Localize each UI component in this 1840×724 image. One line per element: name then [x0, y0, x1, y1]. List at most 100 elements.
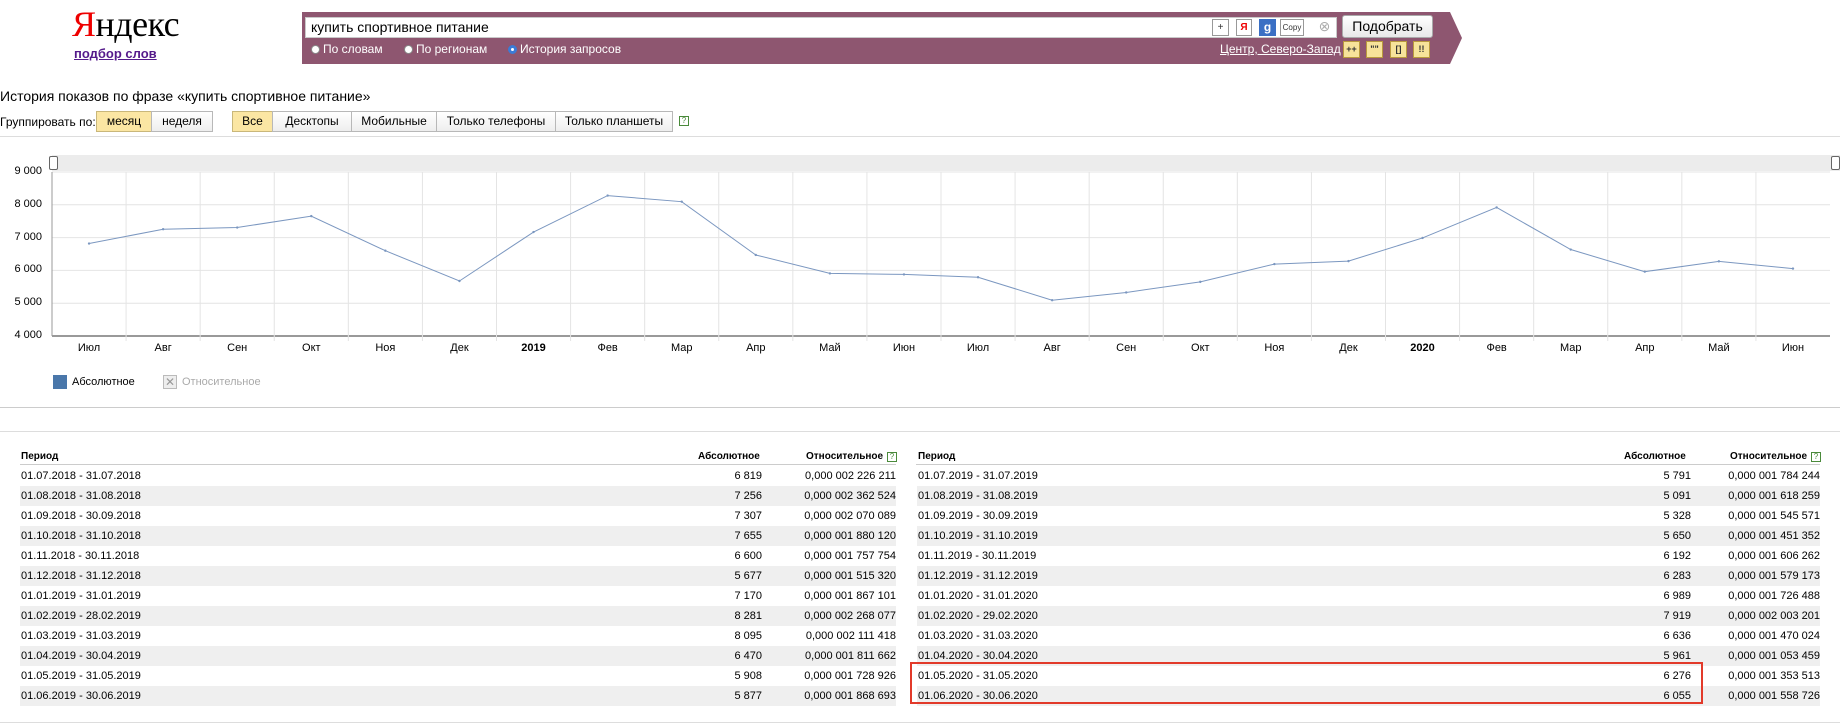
x-tick-label: Сен [1116, 342, 1137, 354]
cell-relative: 0,000 001 470 024 [1728, 630, 1820, 642]
device-all-button[interactable]: Все [232, 111, 273, 132]
add-plus-button[interactable]: + [1212, 19, 1229, 36]
help-icon[interactable]: ? [887, 452, 897, 462]
group-week-button[interactable]: неделя [151, 111, 213, 132]
tool-brackets-button[interactable]: [] [1390, 41, 1407, 58]
tool-plus-button[interactable]: ++ [1343, 41, 1360, 58]
help-icon[interactable]: ? [1811, 452, 1821, 462]
cell-absolute: 5 091 [1663, 490, 1691, 502]
submit-button[interactable]: Подобрать [1342, 15, 1433, 38]
data-point[interactable] [1495, 206, 1498, 209]
cell-absolute: 5 908 [734, 670, 762, 682]
radio-selected-icon [508, 44, 517, 54]
cell-relative: 0,000 001 451 352 [1728, 530, 1820, 542]
device-desktop-button[interactable]: Десктопы [272, 111, 352, 132]
y-tick-label: 7 000 [14, 230, 42, 243]
cell-relative: 0,000 001 784 244 [1728, 470, 1820, 482]
x-tick-label: Мар [1559, 342, 1582, 354]
legend-x-icon: ✕ [163, 375, 177, 389]
table-row: 01.12.2019 - 31.12.2019 6 283 0,000 001 57… [917, 566, 1820, 586]
cell-period: 01.11.2018 - 30.11.2018 [21, 550, 140, 562]
data-point[interactable] [1569, 248, 1572, 251]
device-tablets-button[interactable]: Только планшеты [555, 111, 673, 132]
tool-exclaim-button[interactable]: !! [1413, 41, 1430, 58]
mode-history[interactable]: История запросов [508, 42, 621, 56]
data-point[interactable] [976, 276, 980, 279]
data-point[interactable] [1199, 280, 1202, 284]
cell-period: 01.10.2018 - 31.10.2018 [21, 530, 141, 542]
yandex-search-button[interactable]: Я [1236, 19, 1252, 36]
data-point[interactable] [1643, 270, 1646, 273]
mode-words[interactable]: По словам [311, 42, 383, 56]
x-tick-label: Сен [227, 342, 248, 354]
x-tick-label: Апр [1635, 342, 1655, 354]
cell-relative: 0,000 002 268 077 [804, 610, 896, 622]
radio-icon [311, 44, 320, 54]
legend-absolute[interactable]: Абсолютное [53, 375, 135, 389]
data-point[interactable] [1050, 299, 1054, 302]
cell-absolute: 6 283 [1663, 570, 1691, 582]
clear-icon[interactable]: ⊗ [1317, 19, 1332, 36]
x-tick-label: Ноя [1264, 342, 1285, 354]
device-mobile-button[interactable]: Мобильные [351, 111, 437, 132]
google-search-button[interactable]: g [1259, 19, 1276, 36]
data-point[interactable] [384, 249, 387, 252]
cell-period: 01.07.2018 - 31.07.2018 [21, 470, 141, 482]
copy-button[interactable]: Copy [1280, 19, 1304, 36]
cell-relative: 0,000 002 111 418 [805, 630, 896, 642]
data-point[interactable] [458, 279, 461, 283]
mode-regions[interactable]: По регионам [404, 42, 487, 56]
table-row: 01.08.2019 - 31.08.2019 5 091 0,000 001 61… [917, 486, 1820, 506]
data-point[interactable] [1717, 260, 1721, 263]
cell-period: 01.11.2019 - 30.11.2019 [918, 550, 1037, 562]
data-point[interactable] [310, 214, 313, 218]
data-point[interactable] [828, 272, 832, 275]
data-point[interactable] [87, 242, 91, 245]
group-month-button[interactable]: месяц [96, 111, 152, 132]
cell-absolute: 8 281 [734, 610, 762, 622]
cell-relative: 0,000 001 515 320 [804, 570, 896, 582]
x-tick-label: Май [819, 342, 841, 354]
x-tick-label: Дек [1339, 342, 1358, 354]
data-point[interactable] [1791, 267, 1795, 270]
th-relative-right: Относительное [1730, 451, 1808, 462]
x-tick-label: Июл [966, 342, 990, 354]
th-relative-left: Относительное [806, 451, 884, 462]
x-tick-label: Мар [670, 342, 693, 354]
x-tick-label: Июл [77, 342, 101, 354]
data-point[interactable] [161, 228, 165, 231]
data-point[interactable] [1421, 236, 1424, 240]
table-row: 01.04.2019 - 30.04.2019 6 470 0,000 001 81… [20, 646, 896, 666]
help-icon[interactable]: ? [679, 116, 689, 126]
search-input[interactable]: купить спортивное питание [305, 17, 1337, 38]
data-point[interactable] [1125, 291, 1128, 294]
th-absolute-left: Абсолютное [698, 451, 760, 462]
cell-period: 01.07.2019 - 31.07.2019 [918, 470, 1038, 482]
cell-relative: 0,000 001 618 259 [1728, 490, 1820, 502]
data-point[interactable] [680, 200, 683, 203]
cell-absolute: 6 636 [1663, 630, 1691, 642]
device-phones-button[interactable]: Только телефоны [436, 111, 556, 132]
table-row: 01.02.2020 - 29.02.2020 7 919 0,000 002 00… [917, 606, 1820, 626]
y-tick-label: 5 000 [14, 296, 42, 309]
cell-absolute: 5 877 [734, 690, 762, 702]
data-point[interactable] [532, 230, 535, 234]
data-point[interactable] [1347, 259, 1350, 263]
cell-absolute: 7 307 [734, 510, 762, 522]
cell-relative: 0,000 002 362 524 [804, 490, 896, 502]
data-point[interactable] [754, 253, 757, 257]
table-row: 01.05.2019 - 31.05.2019 5 908 0,000 001 72… [20, 666, 896, 686]
region-link[interactable]: Центр, Северо-Запад [1220, 42, 1341, 56]
tool-quotes-button[interactable]: "" [1366, 41, 1383, 58]
data-point[interactable] [1273, 262, 1276, 266]
data-point[interactable] [606, 194, 609, 197]
legend-relative[interactable]: ✕ Относительное [163, 375, 261, 389]
th-period-right: Период [918, 451, 956, 462]
yandex-logo[interactable]: Яндекс [72, 4, 180, 44]
data-point[interactable] [902, 273, 906, 276]
cell-relative: 0,000 001 353 513 [1728, 670, 1820, 682]
wordstat-link[interactable]: подбор слов [74, 46, 157, 61]
data-point[interactable] [236, 226, 239, 229]
table-row: 01.09.2019 - 30.09.2019 5 328 0,000 001 54… [917, 506, 1820, 526]
cell-relative: 0,000 001 579 173 [1728, 570, 1820, 582]
